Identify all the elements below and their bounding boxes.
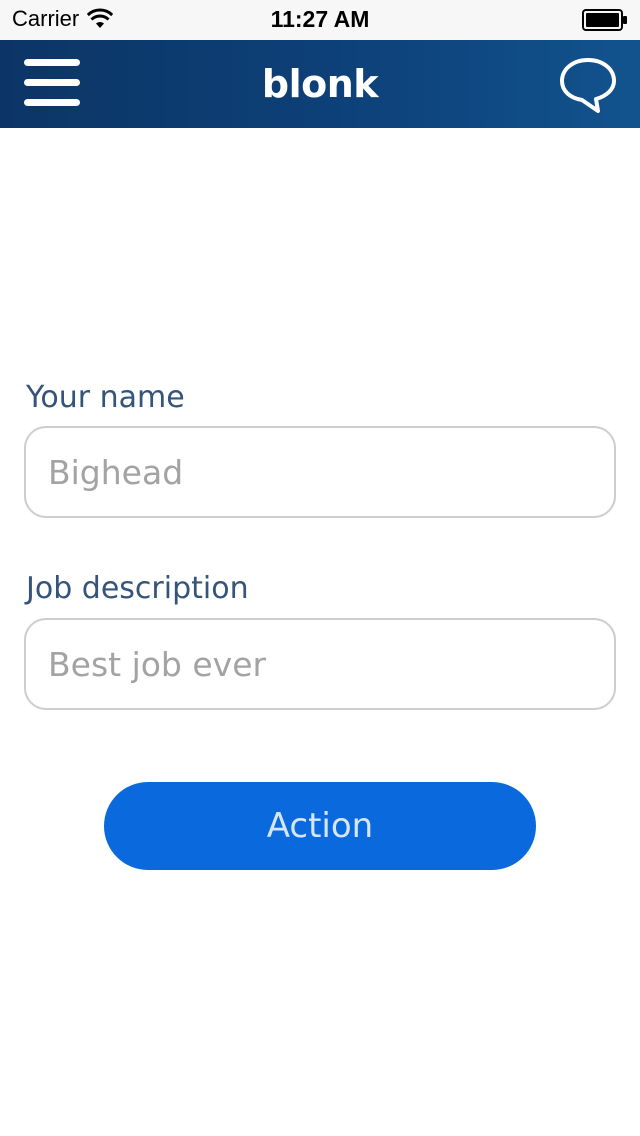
job-description-input[interactable] [24, 618, 616, 710]
nav-bar: blonk [0, 40, 640, 128]
screen: Carrier 11:27 AM blonk Your name Job des… [0, 0, 640, 1136]
action-button[interactable]: Action [104, 782, 536, 870]
brand-logo: blonk [261, 62, 379, 106]
job-description-label: Job description [26, 571, 249, 606]
status-bar: Carrier 11:27 AM [0, 0, 640, 40]
name-label: Your name [26, 380, 185, 415]
chat-bubble-icon[interactable] [558, 56, 618, 114]
battery-icon [582, 9, 627, 31]
name-input[interactable] [24, 426, 616, 518]
status-time: 11:27 AM [270, 6, 370, 32]
